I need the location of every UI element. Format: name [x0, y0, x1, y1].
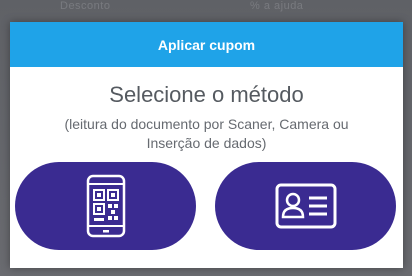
- subtitle-line-1: (leitura do documento por Scaner, Camera…: [64, 116, 349, 132]
- apply-coupon-dialog: Aplicar cupom Selecione o método (leitur…: [10, 22, 403, 268]
- background-label-left: Desconto: [60, 0, 111, 12]
- manual-data-button[interactable]: [215, 162, 396, 250]
- subtitle-line-2: Inserção de dados): [146, 135, 267, 151]
- id-card-icon: [275, 183, 337, 229]
- method-heading: Selecione o método: [109, 82, 304, 107]
- phone-qr-icon: [86, 174, 126, 238]
- background-label-right: % a ajuda: [250, 0, 304, 12]
- dialog-title: Aplicar cupom: [157, 36, 256, 53]
- scanner-camera-button[interactable]: [15, 162, 196, 250]
- method-subtitle: (leitura do documento por Scaner, Camera…: [30, 115, 383, 153]
- dialog-header: Aplicar cupom: [10, 22, 403, 67]
